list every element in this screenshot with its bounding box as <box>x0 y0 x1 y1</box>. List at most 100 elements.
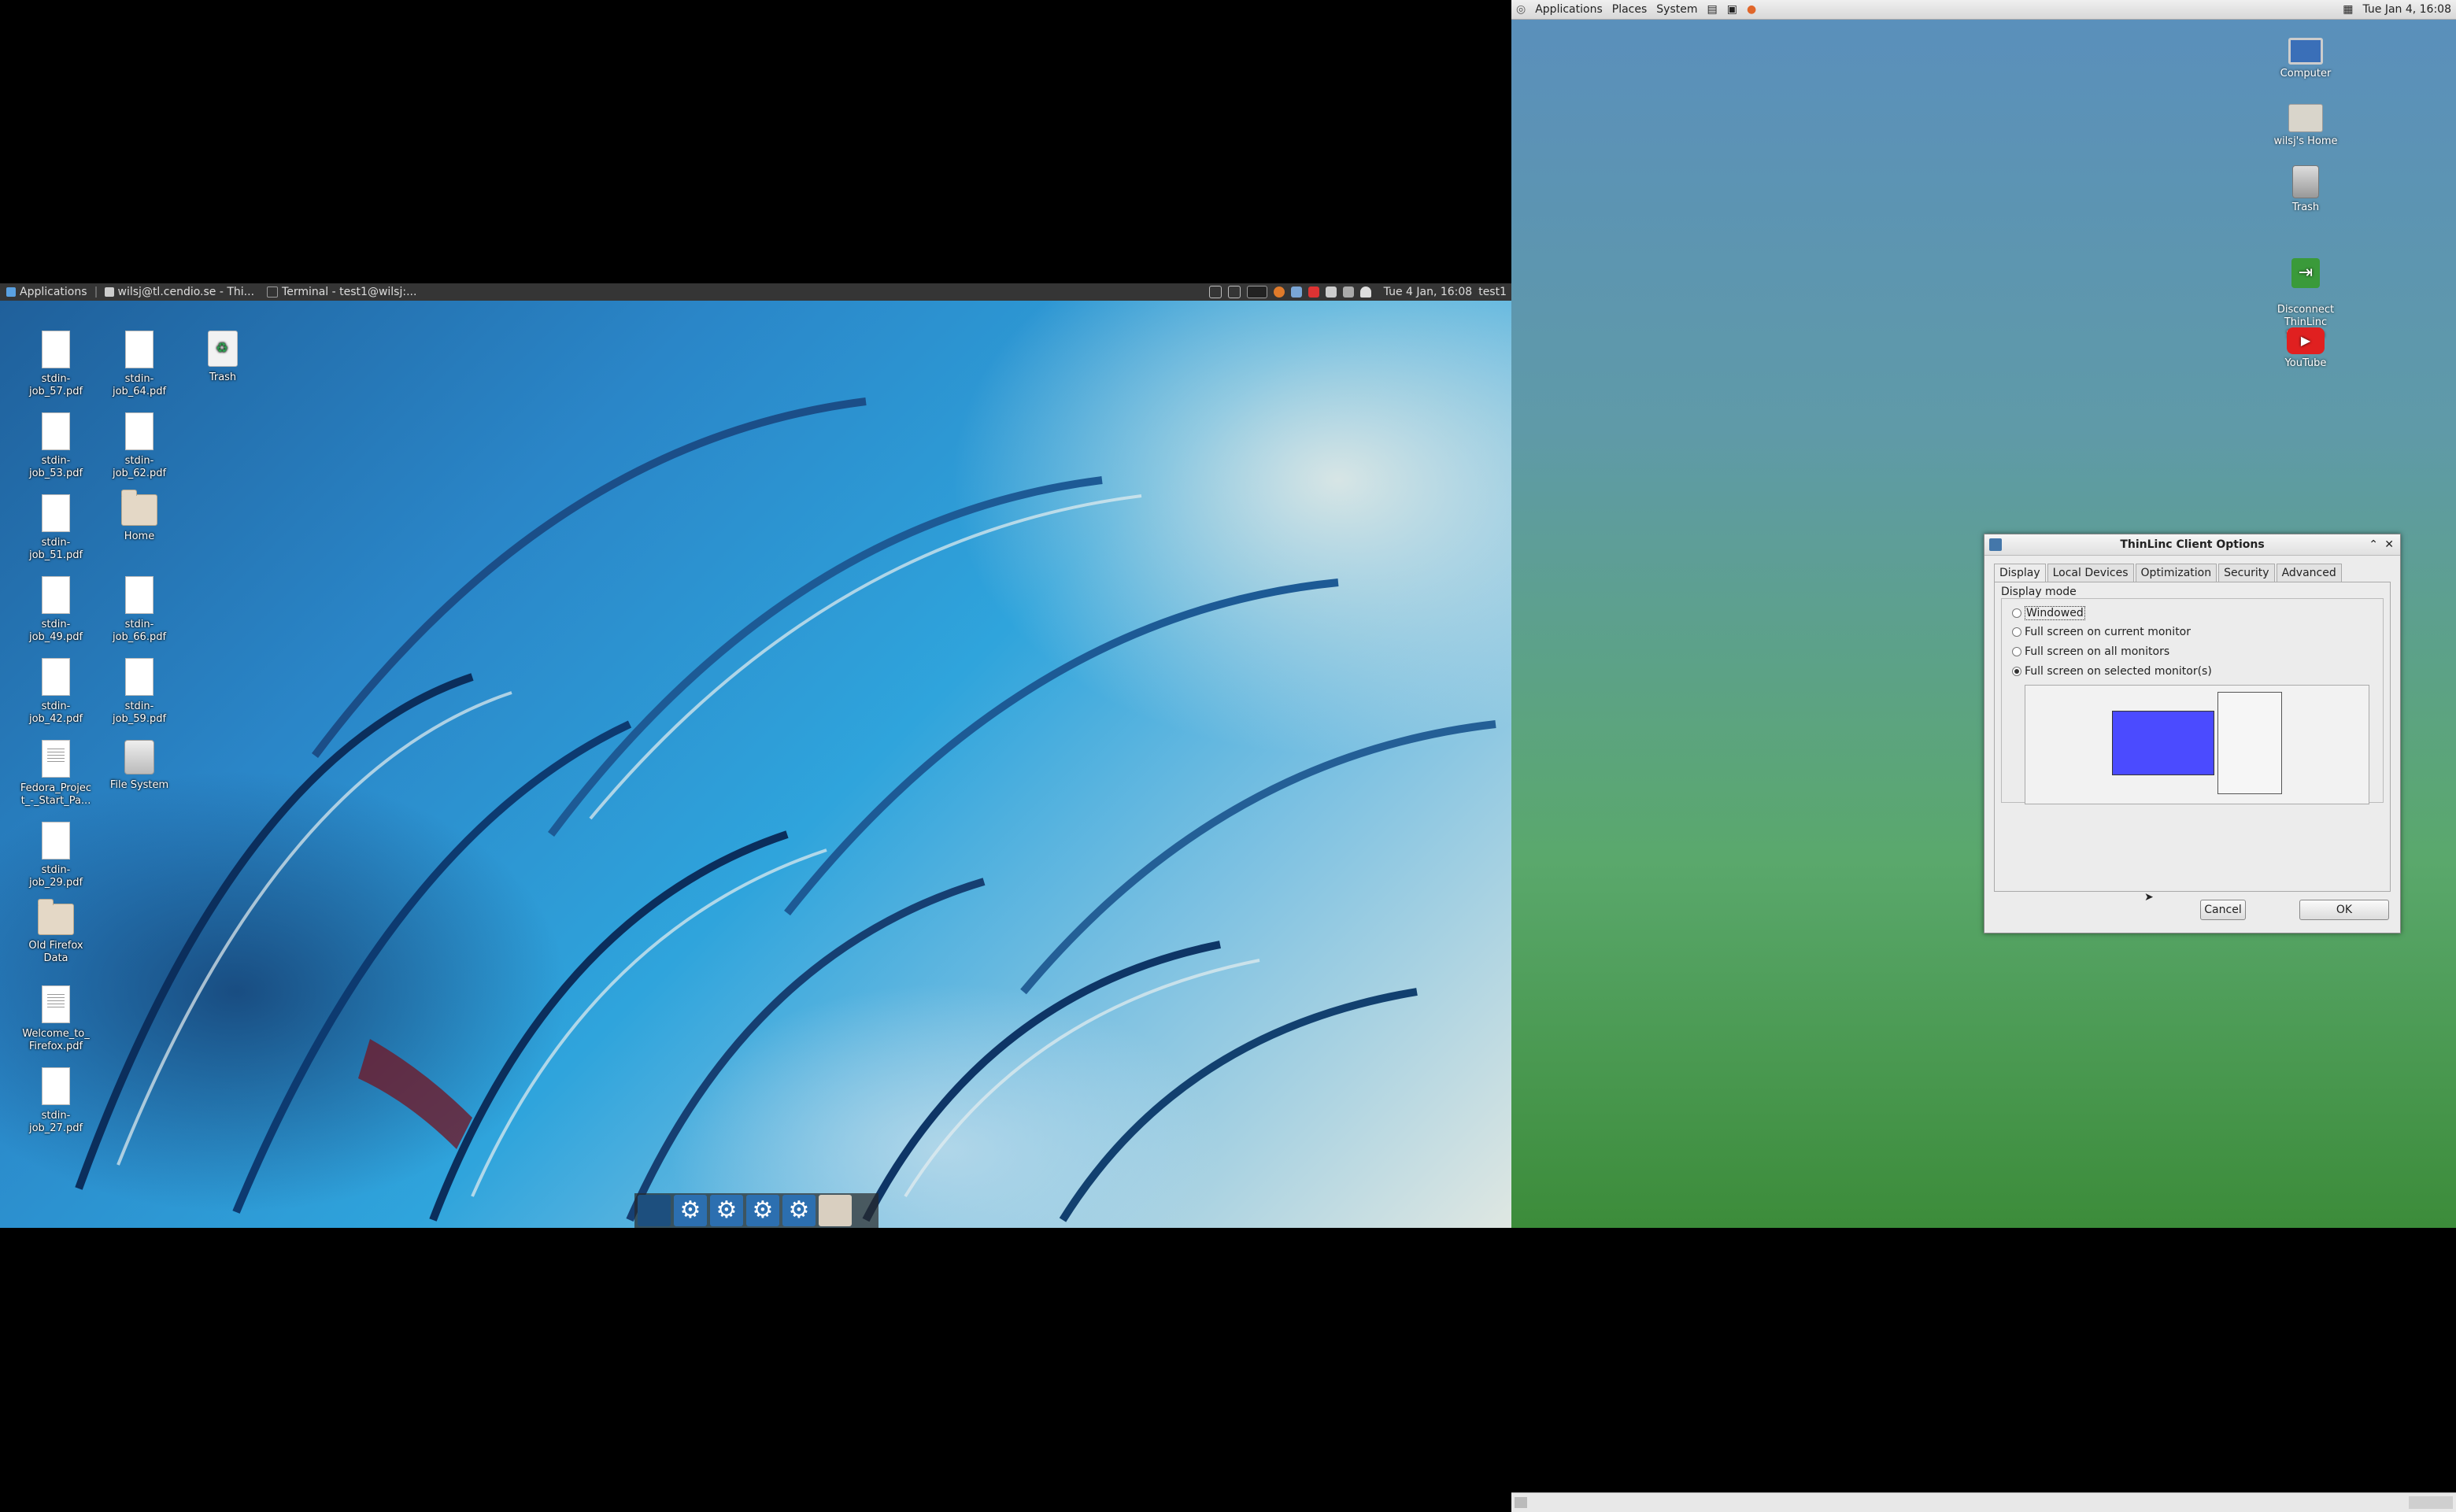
pdf-file-icon <box>42 494 70 532</box>
desktop-icon-trash[interactable]: Trash <box>2262 165 2349 214</box>
desktop-icon[interactable]: Trash <box>179 331 266 384</box>
icon-label: stdin- job_42.pdf <box>28 701 83 725</box>
ok-button[interactable]: OK <box>2299 900 2389 920</box>
icon-label: stdin- job_66.pdf <box>112 619 167 643</box>
desktop-icon-youtube[interactable]: ▶ YouTube <box>2262 327 2349 370</box>
icon-label: stdin- job_49.pdf <box>28 619 83 643</box>
desktop-icon-computer[interactable]: Computer <box>2262 38 2349 80</box>
dialog-title: ThinLinc Client Options <box>2120 538 2265 551</box>
show-desktop-icon[interactable] <box>638 1195 671 1226</box>
youtube-play-icon: ▶ <box>2287 327 2325 354</box>
desktop-icon[interactable]: stdin- job_51.pdf <box>13 494 99 562</box>
settings-gear-icon[interactable]: ⚙ <box>710 1195 743 1226</box>
icon-label: Computer <box>2280 68 2332 79</box>
panel-clock[interactable]: Tue 4 Jan, 16:08 <box>1384 283 1473 301</box>
update-icon[interactable] <box>1308 287 1319 298</box>
icon-label: YouTube <box>2284 357 2327 369</box>
desktop-icon[interactable]: stdin- job_27.pdf <box>13 1067 99 1135</box>
folder-icon <box>38 899 74 935</box>
gnome-top-panel: ◎ Applications Places System ▤ ▣ ● ▦ Tue… <box>1511 0 2456 20</box>
power-icon[interactable] <box>1342 287 1354 298</box>
tab-local-devices[interactable]: Local Devices <box>2047 564 2134 582</box>
radio-windowed[interactable]: Windowed <box>2012 606 2085 620</box>
radio-button[interactable] <box>2012 627 2021 637</box>
cancel-button[interactable]: Cancel <box>2200 900 2246 920</box>
radio-selected-monitors[interactable]: Full screen on selected monitor(s) <box>2012 665 2212 678</box>
file-manager-icon[interactable] <box>819 1195 852 1226</box>
desktop-icon[interactable]: File System <box>96 740 183 792</box>
exit-door-icon: ⇥ <box>2291 258 2320 288</box>
desktop-icon[interactable]: stdin- job_59.pdf <box>96 658 183 726</box>
home-folder-icon <box>2288 104 2323 132</box>
desktop-icon[interactable]: Home <box>96 490 183 543</box>
taskbar-item-terminal[interactable]: Terminal - test1@wilsj:... <box>261 283 423 301</box>
pdf-file-icon <box>125 412 154 450</box>
thinlinc-icon <box>1989 538 2002 551</box>
window-icon[interactable] <box>1246 286 1267 298</box>
desktop-icon[interactable]: Fedora_Projec t_-_Start_Pa... <box>13 740 99 808</box>
panel-user[interactable]: test1 <box>1478 283 1507 301</box>
editor-icon[interactable]: ▤ <box>1702 0 1722 19</box>
bottom-dock: ⚙ ⚙ ⚙ ⚙ <box>634 1193 878 1228</box>
tab-optimization[interactable]: Optimization <box>2135 564 2217 582</box>
menu-places[interactable]: Places <box>1607 0 1652 19</box>
monitor-2[interactable] <box>2217 692 2282 794</box>
panel-clock[interactable]: Tue Jan 4, 16:08 <box>2358 0 2456 19</box>
tab-advanced[interactable]: Advanced <box>2276 564 2342 582</box>
monitor-1-selected[interactable] <box>2112 711 2214 775</box>
icon-label: stdin- job_53.pdf <box>28 455 83 479</box>
volume-icon[interactable] <box>1325 287 1337 298</box>
tab-security[interactable]: Security <box>2218 564 2275 582</box>
desktop-icon[interactable]: Old Firefox Data <box>13 899 99 965</box>
pdf-file-icon <box>42 412 70 450</box>
desktop-icon[interactable]: stdin- job_29.pdf <box>13 822 99 889</box>
pdf-file-icon <box>42 1067 70 1105</box>
desktop-icon[interactable]: stdin- job_62.pdf <box>96 412 183 480</box>
tab-display[interactable]: Display <box>1994 564 2046 582</box>
applications-menu[interactable]: Applications <box>0 283 94 301</box>
desktop-icon[interactable]: stdin- job_53.pdf <box>13 412 99 480</box>
menu-system[interactable]: System <box>1652 0 1702 19</box>
terminal-icon <box>267 287 279 298</box>
notification-bell-icon[interactable] <box>1359 287 1371 298</box>
taskbar-item-thinlinc[interactable]: wilsj@tl.cendio.se - Thi... <box>98 283 261 301</box>
applications-label: Applications <box>20 286 87 298</box>
pdf-file-icon <box>125 331 154 368</box>
monitor-selector <box>2025 685 2369 804</box>
terminal-icon[interactable]: ▣ <box>1722 0 1742 19</box>
desktop-icon-home[interactable]: wilsj's Home <box>2262 104 2349 148</box>
remote-desktop: Applications wilsj@tl.cendio.se - Thi...… <box>0 283 1511 1228</box>
radio-label: Full screen on current monitor <box>2025 626 2191 638</box>
radio-button[interactable] <box>2012 608 2021 618</box>
desktop-icon[interactable]: stdin- job_64.pdf <box>96 331 183 398</box>
close-icon[interactable]: ✕ <box>2384 534 2394 555</box>
show-desktop-icon[interactable] <box>1515 1497 1527 1508</box>
desktop-icon[interactable]: stdin- job_66.pdf <box>96 576 183 644</box>
desktop-icon[interactable]: stdin- job_42.pdf <box>13 658 99 726</box>
pdf-file-icon <box>42 822 70 860</box>
radio-button[interactable] <box>2012 667 2021 676</box>
radio-all-monitors[interactable]: Full screen on all monitors <box>2012 645 2169 658</box>
settings-gear-icon[interactable]: ⚙ <box>746 1195 779 1226</box>
icon-label: stdin- job_29.pdf <box>28 864 83 889</box>
minimize-icon[interactable]: ⌃ <box>2369 534 2378 555</box>
workspace-icon[interactable] <box>1227 286 1241 298</box>
panel-separator <box>94 287 97 298</box>
radio-current-monitor[interactable]: Full screen on current monitor <box>2012 626 2191 638</box>
gnome-foot-icon[interactable]: ◎ <box>1511 0 1530 19</box>
desktop-icon[interactable]: stdin- job_57.pdf <box>13 331 99 398</box>
network-icon[interactable]: ▦ <box>2338 0 2358 19</box>
network-icon[interactable] <box>1290 287 1302 298</box>
icon-label: Home <box>124 530 155 542</box>
settings-gear-icon[interactable]: ⚙ <box>674 1195 707 1226</box>
firefox-icon[interactable] <box>1273 287 1285 298</box>
firefox-icon[interactable]: ● <box>1742 0 1761 19</box>
desktop-icon[interactable]: stdin- job_49.pdf <box>13 576 99 644</box>
top-panel: Applications wilsj@tl.cendio.se - Thi...… <box>0 283 1511 301</box>
desktop-icon[interactable]: Welcome_to_ Firefox.pdf <box>13 985 99 1053</box>
radio-button[interactable] <box>2012 647 2021 656</box>
workspace-switcher[interactable] <box>2409 1496 2453 1509</box>
settings-gear-icon[interactable]: ⚙ <box>782 1195 816 1226</box>
menu-applications[interactable]: Applications <box>1530 0 1607 19</box>
workspace-icon[interactable] <box>1208 286 1222 298</box>
